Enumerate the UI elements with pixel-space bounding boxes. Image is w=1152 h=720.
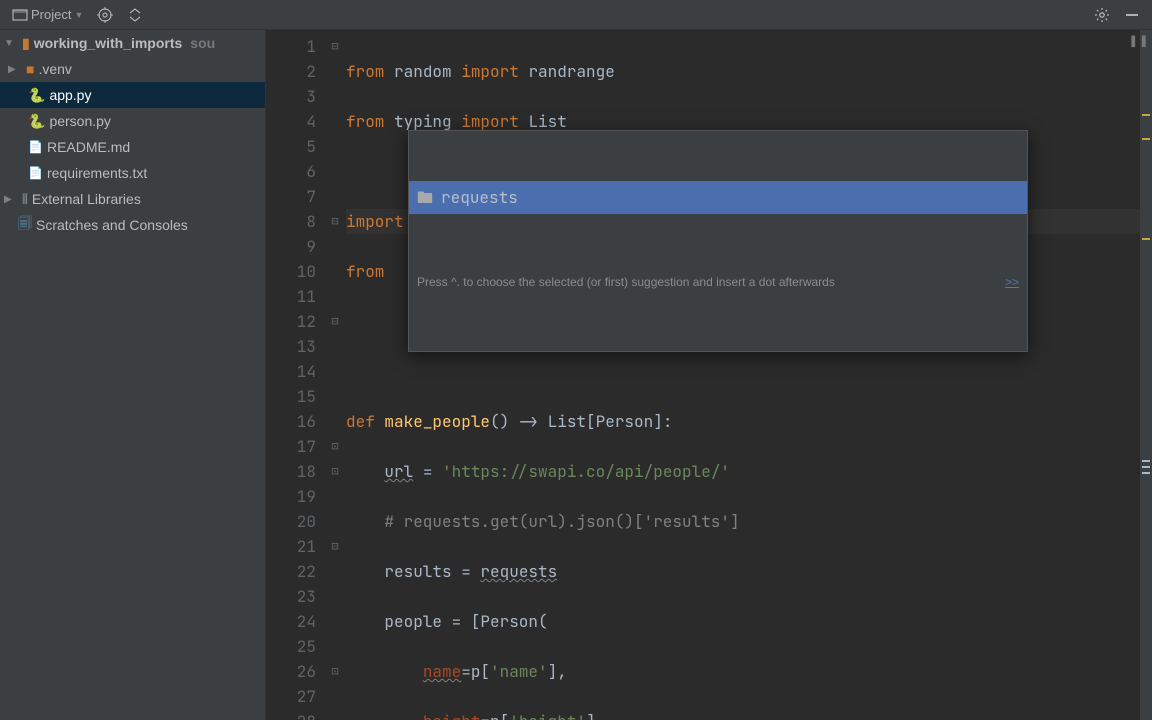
settings-button[interactable] xyxy=(1090,5,1114,25)
completion-item[interactable]: 🖿 requests xyxy=(409,181,1027,214)
line-number: 11 xyxy=(270,284,316,309)
text-file-icon: 📄 xyxy=(28,166,43,180)
line-number: 14 xyxy=(270,359,316,384)
root-hint: sou xyxy=(190,35,215,51)
chevron-down-icon: ▼ xyxy=(4,38,18,49)
chevron-right-icon: ▶ xyxy=(8,64,22,75)
markdown-file-icon: 📄 xyxy=(28,140,43,154)
library-icon: ⫴ xyxy=(22,191,28,208)
line-number: 27 xyxy=(270,684,316,709)
line-number: 3 xyxy=(270,84,316,109)
pause-icon: ❚❚ xyxy=(1129,32,1150,50)
completion-popup[interactable]: 🖿 requests Press ^. to choose the select… xyxy=(408,130,1028,352)
fold-toggle[interactable]: ⊟ xyxy=(326,209,344,234)
line-number: 15 xyxy=(270,384,316,409)
fold-toggle[interactable]: ⊡ xyxy=(326,434,344,459)
folder-icon: ▮ xyxy=(22,35,30,52)
tree-label: README.md xyxy=(47,139,130,155)
line-number-gutter: 1234567891011121314151617181920212223242… xyxy=(266,30,326,720)
tree-label: Scratches and Consoles xyxy=(36,217,188,233)
tree-item-app[interactable]: 🐍 app.py xyxy=(0,82,265,108)
project-tree[interactable]: ▼ ▮ working_with_imports sou ▶ ■ .venv 🐍… xyxy=(0,30,266,720)
line-number: 13 xyxy=(270,334,316,359)
project-root[interactable]: ▼ ▮ working_with_imports sou xyxy=(0,30,265,56)
line-number: 22 xyxy=(270,559,316,584)
tree-label: app.py xyxy=(49,87,91,103)
line-number: 23 xyxy=(270,584,316,609)
root-name: working_with_imports xyxy=(34,35,183,51)
tree-item-requirements[interactable]: 📄 requirements.txt xyxy=(0,160,265,186)
fold-toggle[interactable]: ⊡ xyxy=(326,459,344,484)
line-number: 9 xyxy=(270,234,316,259)
editor[interactable]: 1234567891011121314151617181920212223242… xyxy=(266,30,1152,720)
scratches-icon: 🗐 xyxy=(18,213,32,237)
tree-item-person[interactable]: 🐍 person.py xyxy=(0,108,265,134)
line-number: 5 xyxy=(270,134,316,159)
expand-icon xyxy=(127,7,143,23)
fold-toggle[interactable]: ⊟ xyxy=(326,34,344,59)
fold-gutter[interactable]: ⊟⊟⊟⊡⊡⊟⊡ xyxy=(326,30,344,720)
folder-icon: ■ xyxy=(26,61,34,77)
marker[interactable] xyxy=(1142,466,1150,468)
toolbar: Project ▼ xyxy=(0,0,1152,30)
line-number: 6 xyxy=(270,159,316,184)
line-number: 2 xyxy=(270,59,316,84)
line-number: 21 xyxy=(270,534,316,559)
tree-item-readme[interactable]: 📄 README.md xyxy=(0,134,265,160)
fold-toggle[interactable]: ⊟ xyxy=(326,534,344,559)
line-number: 7 xyxy=(270,184,316,209)
error-stripe[interactable]: ❚❚ xyxy=(1140,30,1152,720)
completion-more-link[interactable]: >> xyxy=(1005,270,1019,295)
tree-label: person.py xyxy=(49,113,110,129)
tree-item-venv[interactable]: ▶ ■ .venv xyxy=(0,56,265,82)
line-number: 1 xyxy=(270,34,316,59)
project-tool-button[interactable]: Project ▼ xyxy=(8,5,87,25)
fold-toggle[interactable]: ⊟ xyxy=(326,309,344,334)
marker[interactable] xyxy=(1142,460,1150,462)
line-number: 8 xyxy=(270,209,316,234)
tree-item-external[interactable]: ▶ ⫴ External Libraries xyxy=(0,186,265,212)
chevron-right-icon: ▶ xyxy=(4,194,18,205)
python-file-icon: 🐍 xyxy=(28,87,45,104)
line-number: 10 xyxy=(270,259,316,284)
select-target-button[interactable] xyxy=(93,5,117,25)
project-label: Project xyxy=(31,7,71,22)
line-number: 20 xyxy=(270,509,316,534)
chevron-down-icon: ▼ xyxy=(74,10,83,20)
line-number: 25 xyxy=(270,634,316,659)
tree-item-scratches[interactable]: 🗐 Scratches and Consoles xyxy=(0,212,265,238)
hide-button[interactable] xyxy=(1120,5,1144,25)
project-icon xyxy=(12,7,28,23)
line-number: 19 xyxy=(270,484,316,509)
tree-label: requirements.txt xyxy=(47,165,147,181)
completion-text: requests xyxy=(441,185,518,210)
warning-marker[interactable] xyxy=(1142,238,1150,240)
line-number: 24 xyxy=(270,609,316,634)
line-number: 17 xyxy=(270,434,316,459)
gear-icon xyxy=(1094,7,1110,23)
line-number: 4 xyxy=(270,109,316,134)
minimize-icon xyxy=(1124,7,1140,23)
fold-toggle[interactable]: ⊡ xyxy=(326,659,344,684)
tree-label: .venv xyxy=(38,61,71,77)
line-number: 26 xyxy=(270,659,316,684)
warning-marker[interactable] xyxy=(1142,138,1150,140)
marker[interactable] xyxy=(1142,472,1150,474)
line-number: 28 xyxy=(270,709,316,720)
warning-marker[interactable] xyxy=(1142,114,1150,116)
line-number: 12 xyxy=(270,309,316,334)
line-number: 18 xyxy=(270,459,316,484)
completion-hint: Press ^. to choose the selected (or firs… xyxy=(409,264,1027,301)
line-number: 16 xyxy=(270,409,316,434)
main-area: ▼ ▮ working_with_imports sou ▶ ■ .venv 🐍… xyxy=(0,30,1152,720)
expand-all-button[interactable] xyxy=(123,5,147,25)
code-area[interactable]: from random import randrange from typing… xyxy=(344,30,1152,720)
tree-label: External Libraries xyxy=(32,191,141,207)
python-file-icon: 🐍 xyxy=(28,113,45,130)
target-icon xyxy=(97,7,113,23)
package-icon: 🖿 xyxy=(417,185,433,210)
